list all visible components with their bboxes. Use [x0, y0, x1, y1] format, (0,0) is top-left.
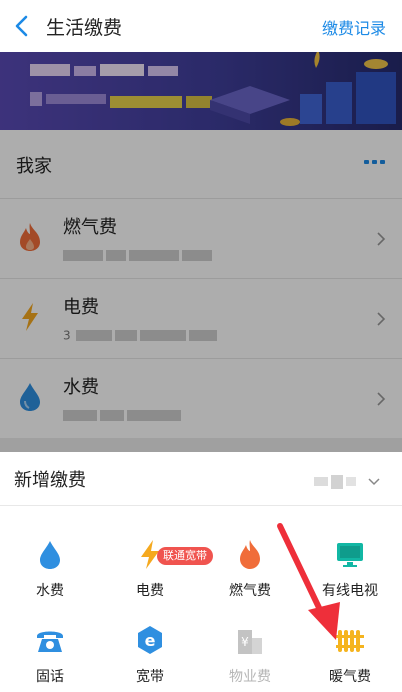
service-label: 暖气费 [329, 669, 371, 685]
broadband-icon: e [138, 626, 162, 654]
service-label: 固话 [36, 669, 64, 685]
payment-records-link[interactable]: 缴费记录 [322, 15, 386, 39]
service-label: 物业费 [229, 669, 271, 685]
service-water[interactable]: 水费 [0, 518, 100, 604]
sheet-header: 新增缴费 [0, 452, 402, 506]
service-label: 宽带 [136, 669, 164, 685]
back-arrow-icon[interactable] [10, 12, 36, 40]
svg-text:e: e [145, 631, 156, 650]
page-title: 生活缴费 [46, 17, 123, 39]
sheet-title: 新增缴费 [14, 470, 86, 491]
telephone-icon [37, 631, 63, 652]
modal-backdrop[interactable] [0, 52, 402, 452]
service-broadband[interactable]: e 宽带 [100, 604, 200, 690]
city-picker[interactable] [314, 471, 384, 489]
flame-icon [240, 540, 260, 569]
broadband-promo-badge: 联通宽带 [157, 547, 213, 565]
annotation-arrow-icon [277, 523, 340, 640]
app-header: 生活缴费 缴费记录 [0, 0, 402, 52]
service-label: 水费 [36, 583, 64, 599]
svg-text:¥: ¥ [241, 635, 249, 649]
chevron-down-icon [368, 477, 380, 485]
building-icon: ¥ [238, 630, 262, 654]
water-drop-icon [40, 541, 60, 569]
service-landline[interactable]: 固话 [0, 604, 100, 690]
service-label: 电费 [136, 583, 164, 599]
